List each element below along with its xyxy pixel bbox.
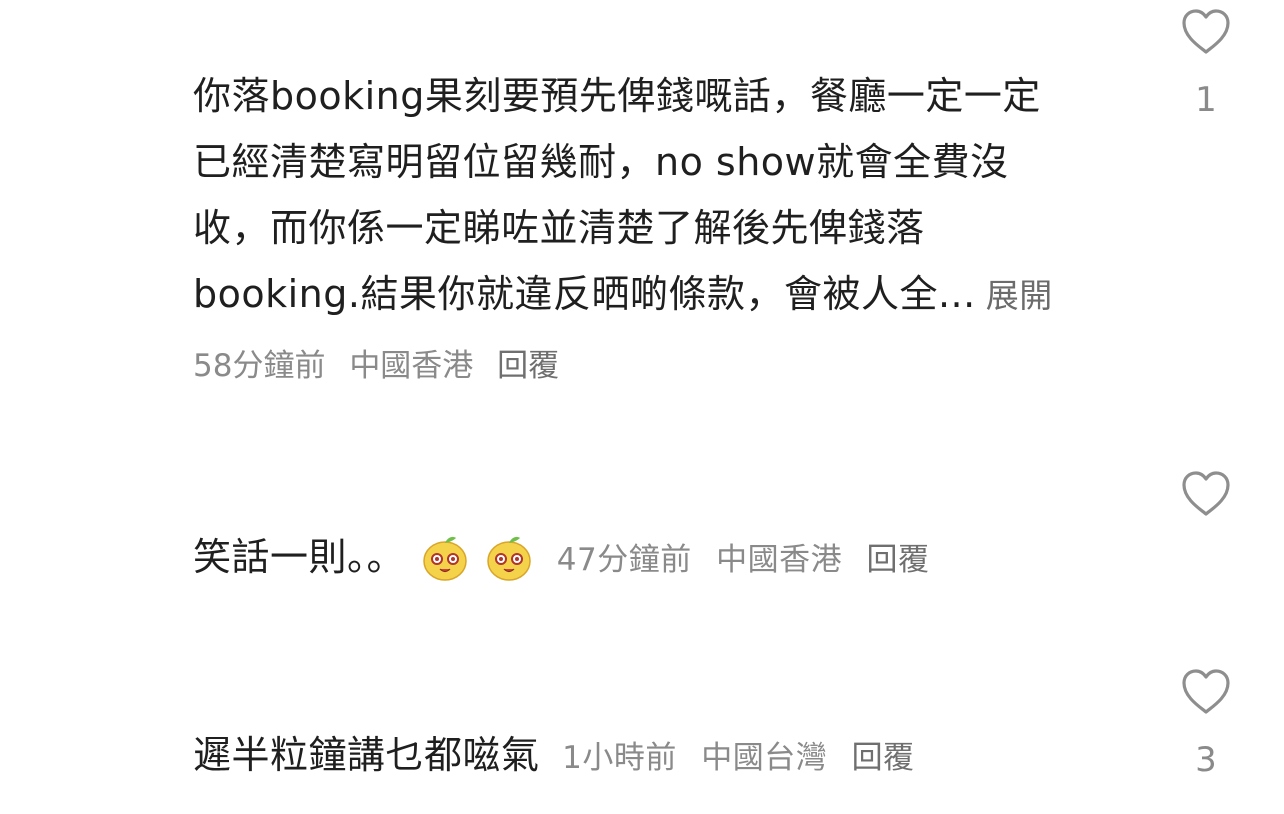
comment-text-line: 遲半粒鐘講乜都嗞氣 1小時前 中國台灣 回覆 xyxy=(193,722,1193,791)
reply-button[interactable]: 回覆 xyxy=(866,542,929,578)
like-button[interactable]: 1 xyxy=(1178,8,1234,120)
mango-face-emoji-icon xyxy=(422,536,467,581)
like-count: 3 xyxy=(1195,740,1217,780)
heart-icon[interactable] xyxy=(1180,8,1232,56)
comment-location: 中國香港 xyxy=(349,348,474,384)
expand-button[interactable]: 展開 xyxy=(986,276,1053,315)
comment-location: 中國香港 xyxy=(716,542,843,578)
comment-time: 47分鐘前 xyxy=(556,542,692,578)
comment-text-line: 笑話一則。。 47分鐘前 中國香港 回覆 xyxy=(193,524,1193,593)
mango-face-emoji-icon xyxy=(487,536,531,581)
like-button[interactable] xyxy=(1178,470,1234,542)
comment-location: 中國台灣 xyxy=(701,740,828,776)
comment-text-last-line: booking.結果你就違反晒啲條款，會被人全... xyxy=(193,272,976,316)
comment-meta: 47分鐘前 中國香港 回覆 xyxy=(557,542,944,578)
reply-button[interactable]: 回覆 xyxy=(497,348,559,384)
comment-time: 1小時前 xyxy=(562,740,677,776)
comment-text-line: booking.結果你就違反晒啲條款，會被人全... 展開 xyxy=(193,261,1123,329)
heart-icon[interactable] xyxy=(1180,470,1232,518)
comment-time: 58分鐘前 xyxy=(193,348,326,384)
heart-icon[interactable] xyxy=(1180,668,1232,716)
reply-button[interactable]: 回覆 xyxy=(852,740,915,776)
comment-text: 笑話一則。。 47分鐘前 中國香港 回覆 xyxy=(193,524,1193,593)
like-count: 1 xyxy=(1195,80,1217,120)
comment-body: 遲半粒鐘講乜都嗞氣 xyxy=(193,733,540,777)
comment-text-line: 已經清楚寫明留位留幾耐，no show就會全費沒 xyxy=(193,140,1009,184)
comment-text: 你落booking果刻要預先俾錢嘅話，餐廳一定一定 已經清楚寫明留位留幾耐，no… xyxy=(193,63,1123,329)
comment-meta: 58分鐘前 中國香港 回覆 xyxy=(193,340,573,385)
like-button[interactable]: 3 xyxy=(1178,668,1234,780)
comment-text-line: 你落booking果刻要預先俾錢嘅話，餐廳一定一定 xyxy=(193,74,1041,118)
comment-body: 笑話一則。。 xyxy=(193,535,406,579)
comment-text: 遲半粒鐘講乜都嗞氣 1小時前 中國台灣 回覆 xyxy=(193,722,1193,791)
comment-meta: 1小時前 中國台灣 回覆 xyxy=(562,740,928,776)
comment-text-line: 收，而你係一定睇咗並清楚了解後先俾錢落 xyxy=(193,206,925,250)
